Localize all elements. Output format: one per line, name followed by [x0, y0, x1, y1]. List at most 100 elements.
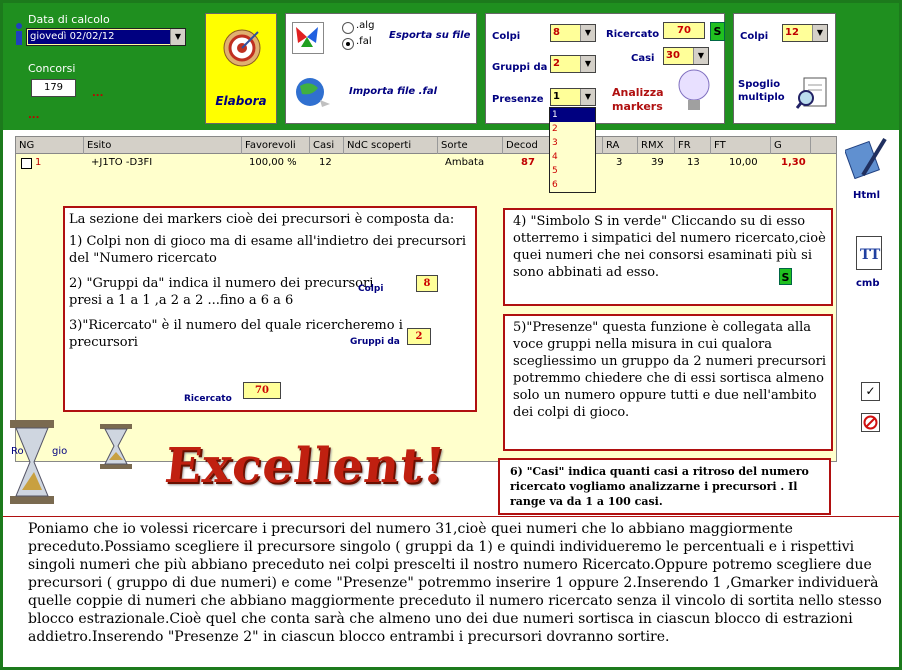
- col-rmx[interactable]: RMX: [638, 137, 675, 154]
- callout-casi-text: 6) "Casi" indica quanti casi a ritroso d…: [510, 465, 809, 508]
- chevron-down-icon[interactable]: ▼: [580, 89, 595, 105]
- presenze-dropdown-list[interactable]: 1 2 3 4 5 6: [549, 107, 596, 193]
- callout-simbolo-s: 4) "Simbolo S in verde" Cliccando su di …: [503, 208, 833, 306]
- col-favorevoli[interactable]: Favorevoli: [242, 137, 310, 154]
- colpi-select[interactable]: 8 ▼: [550, 24, 596, 42]
- excellent-banner: Excellent!: [162, 438, 449, 494]
- spoglio-multiplo-button[interactable]: Spoglio multiplo: [738, 78, 792, 104]
- gruppi-select[interactable]: 2 ▼: [550, 55, 596, 73]
- row-ft: 10,00: [729, 157, 758, 168]
- html-export-button[interactable]: Html: [843, 135, 891, 205]
- row-favorevoli: 100,00 %: [249, 157, 297, 168]
- chevron-down-icon[interactable]: ▼: [693, 48, 708, 64]
- data-calcolo-label: Data di calcolo: [28, 13, 110, 26]
- table-row[interactable]: 1 +J1TO -D3FI 100,00 % 12 Ambata 87 3 39…: [16, 155, 836, 171]
- date-value: giovedì 02/02/12: [28, 30, 170, 44]
- col-ng[interactable]: NG: [16, 137, 84, 154]
- callout-p1: 1) Colpi non di gioco ma di esame all'in…: [69, 234, 466, 266]
- col-esito[interactable]: Esito: [84, 137, 242, 154]
- presenze-option-1[interactable]: 1: [550, 108, 595, 122]
- hourglass-small-icon: [100, 424, 132, 469]
- presenze-option-3[interactable]: 3: [550, 136, 595, 150]
- chevron-down-icon[interactable]: ▼: [580, 56, 595, 72]
- chevron-down-icon[interactable]: ▼: [580, 25, 595, 41]
- col-fr[interactable]: FR: [675, 137, 711, 154]
- row-ndc: [348, 155, 351, 171]
- markers-panel: Colpi 8 ▼ Gruppi da 2 ▼ Presenze 1 ▼ Ric…: [485, 13, 725, 124]
- col-sorte[interactable]: Sorte: [438, 137, 503, 154]
- dots-button-2[interactable]: ...: [28, 110, 39, 121]
- spoglio-panel: Colpi 12 ▼ Spoglio multiplo: [733, 13, 836, 124]
- font-file-icon: TT: [856, 236, 882, 270]
- cancel-button[interactable]: [861, 413, 880, 432]
- concorsi-input[interactable]: 179: [31, 79, 76, 97]
- callout-intro: La sezione dei markers cioè dei precurso…: [69, 212, 455, 227]
- casi-select[interactable]: 30 ▼: [663, 47, 709, 65]
- alg-label: .alg: [356, 20, 375, 31]
- dots-button[interactable]: ...: [92, 88, 103, 99]
- globe-icon: [292, 74, 332, 110]
- info-icon: [10, 22, 26, 46]
- casi-label: Casi: [631, 53, 655, 64]
- grid-header: NG Esito Favorevoli Casi NdC scoperti So…: [16, 137, 836, 154]
- ricercato-label: Ricercato: [606, 29, 660, 40]
- target-icon: [222, 28, 262, 68]
- elabora-label: Elabora: [215, 94, 267, 108]
- colpi-label: Colpi: [492, 31, 521, 42]
- svg-text:TT: TT: [860, 247, 881, 263]
- cmb-label: cmb: [856, 278, 880, 289]
- callout-presenze-text: 5)"Presenze" questa funzione è collegata…: [513, 320, 826, 420]
- row-esito: +J1TO -D3FI: [91, 157, 153, 168]
- callout-casi: 6) "Casi" indica quanti casi a ritroso d…: [498, 458, 831, 515]
- callout-s-badge: S: [779, 268, 792, 285]
- row-rmx: 39: [651, 157, 664, 168]
- col-ndc[interactable]: NdC scoperti: [344, 137, 438, 154]
- concorsi-label: Concorsi: [28, 62, 76, 75]
- gruppi-label: Gruppi da: [492, 62, 548, 73]
- presenze-option-2[interactable]: 2: [550, 122, 595, 136]
- col-ra[interactable]: RA: [603, 137, 638, 154]
- elabora-button[interactable]: Elabora: [205, 13, 277, 124]
- row-checkbox[interactable]: [21, 158, 32, 169]
- export-import-panel: .alg .fal Esporta su file Importa file .…: [285, 13, 477, 124]
- col-ft[interactable]: FT: [711, 137, 771, 154]
- chevron-down-icon[interactable]: ▼: [170, 29, 185, 45]
- presenze-option-4[interactable]: 4: [550, 150, 595, 164]
- butterfly-icon: [292, 22, 324, 54]
- row-fr: 13: [687, 157, 700, 168]
- cmb-button[interactable]: TT cmb: [848, 236, 888, 296]
- colpi2-select[interactable]: 12 ▼: [782, 24, 828, 42]
- book-pen-icon: [844, 135, 889, 180]
- date-select[interactable]: giovedì 02/02/12 ▼: [26, 28, 186, 46]
- ricercato-input[interactable]: 70: [663, 22, 705, 39]
- col-g[interactable]: G: [771, 137, 811, 154]
- presenze-option-5[interactable]: 5: [550, 164, 595, 178]
- callout-markers: La sezione dei markers cioè dei precurso…: [63, 206, 477, 412]
- gio-label: gio: [52, 446, 68, 457]
- row-decod: 87: [521, 157, 535, 168]
- col-casi[interactable]: Casi: [310, 137, 344, 154]
- chevron-down-icon[interactable]: ▼: [812, 25, 827, 41]
- row-g: 1,30: [781, 157, 806, 168]
- fal-label: .fal: [356, 36, 372, 47]
- bottom-separator: [3, 516, 899, 517]
- simpatici-s-button[interactable]: S: [710, 22, 725, 41]
- callout-gruppi-input: 2: [407, 328, 431, 345]
- html-label: Html: [853, 190, 880, 201]
- check-button[interactable]: ✓: [861, 382, 880, 401]
- analizza-markers-button[interactable]: Analizza markers: [612, 86, 672, 114]
- callout-gruppi-label: Gruppi da: [350, 337, 400, 347]
- row-ng: 1: [35, 157, 42, 168]
- no-entry-icon: [863, 415, 878, 430]
- presenze-select[interactable]: 1 ▼: [550, 88, 596, 106]
- colpi2-label: Colpi: [740, 31, 769, 42]
- importa-button[interactable]: Importa file .fal: [349, 86, 437, 97]
- ro-label: Ro: [11, 446, 24, 457]
- esporta-button[interactable]: Esporta su file: [389, 30, 470, 41]
- callout-colpi-input: 8: [416, 275, 438, 292]
- radio-fal[interactable]: [342, 38, 354, 50]
- hourglass-icon: [10, 420, 54, 504]
- radio-alg[interactable]: [342, 22, 354, 34]
- callout-ricercato-label: Ricercato: [184, 394, 232, 404]
- presenze-option-6[interactable]: 6: [550, 178, 595, 192]
